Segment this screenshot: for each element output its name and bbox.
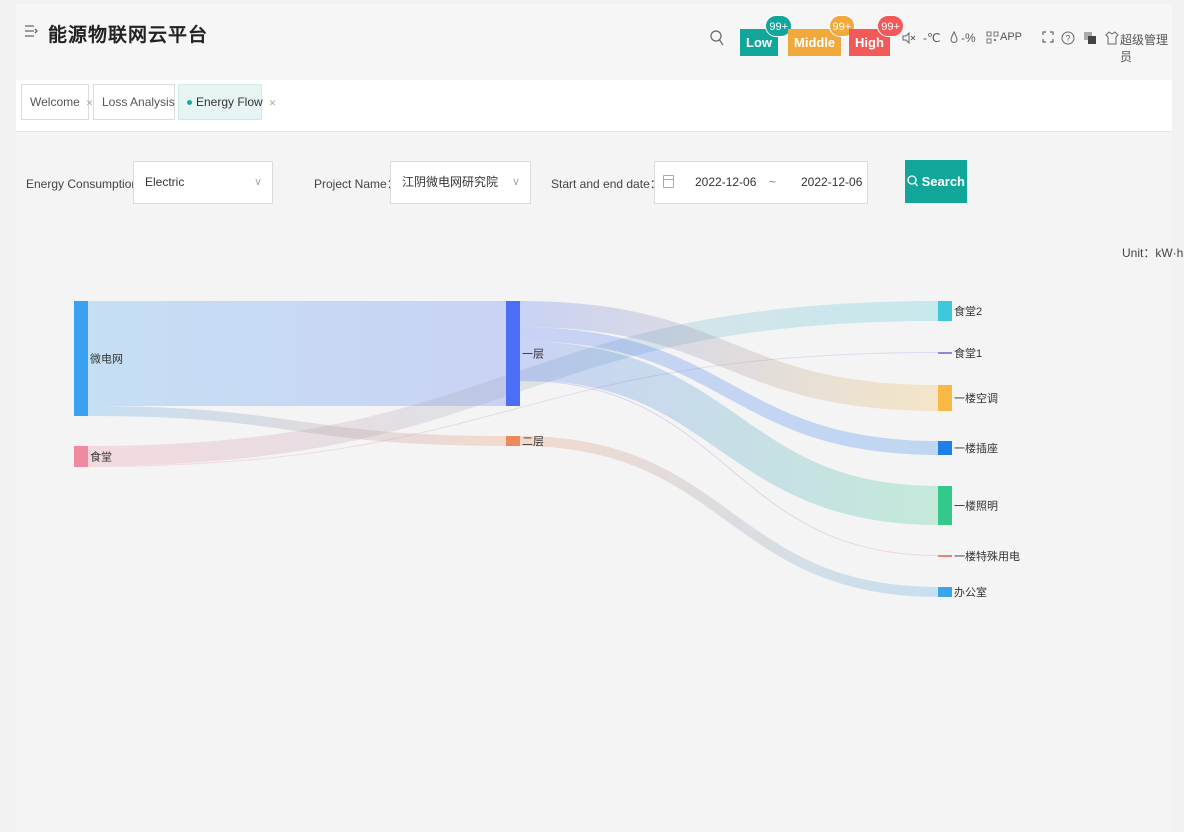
sankey-node[interactable]	[938, 352, 952, 354]
sankey-node[interactable]	[74, 301, 88, 416]
sankey-node-label: 一楼特殊用电	[954, 549, 1020, 563]
sankey-node-label: 微电网	[90, 352, 123, 366]
sankey-node[interactable]	[938, 441, 952, 455]
sankey-node[interactable]	[506, 436, 520, 446]
sankey-node-label: 食堂1	[954, 346, 982, 360]
sankey-node[interactable]	[506, 301, 520, 406]
sankey-node-label: 一楼照明	[954, 499, 998, 513]
sankey-node-label: 一楼空调	[954, 391, 998, 405]
sankey-node-label: 食堂2	[954, 304, 982, 318]
app-frame: 能源物联网云平台 Low 99+ Middle 99+ High 99+ -℃ …	[16, 4, 1183, 832]
sankey-node[interactable]	[938, 555, 952, 557]
sankey-node-label: 一层	[522, 348, 544, 361]
sankey-node[interactable]	[938, 587, 952, 597]
sankey-node[interactable]	[938, 301, 952, 321]
sankey-node[interactable]	[938, 385, 952, 411]
sankey-node[interactable]	[938, 486, 952, 525]
sankey-node-label: 办公室	[954, 585, 987, 599]
energy-flow-sankey: 微电网食堂 一层二层 食堂2 食堂1 一楼空调一楼插座一楼照明一楼特殊用电办公室	[74, 300, 1020, 599]
sankey-node-label: 一楼插座	[954, 441, 998, 455]
sankey-node-label: 二层	[522, 435, 544, 448]
sankey-node-label: 食堂	[90, 450, 112, 464]
sankey-node[interactable]	[74, 446, 88, 467]
